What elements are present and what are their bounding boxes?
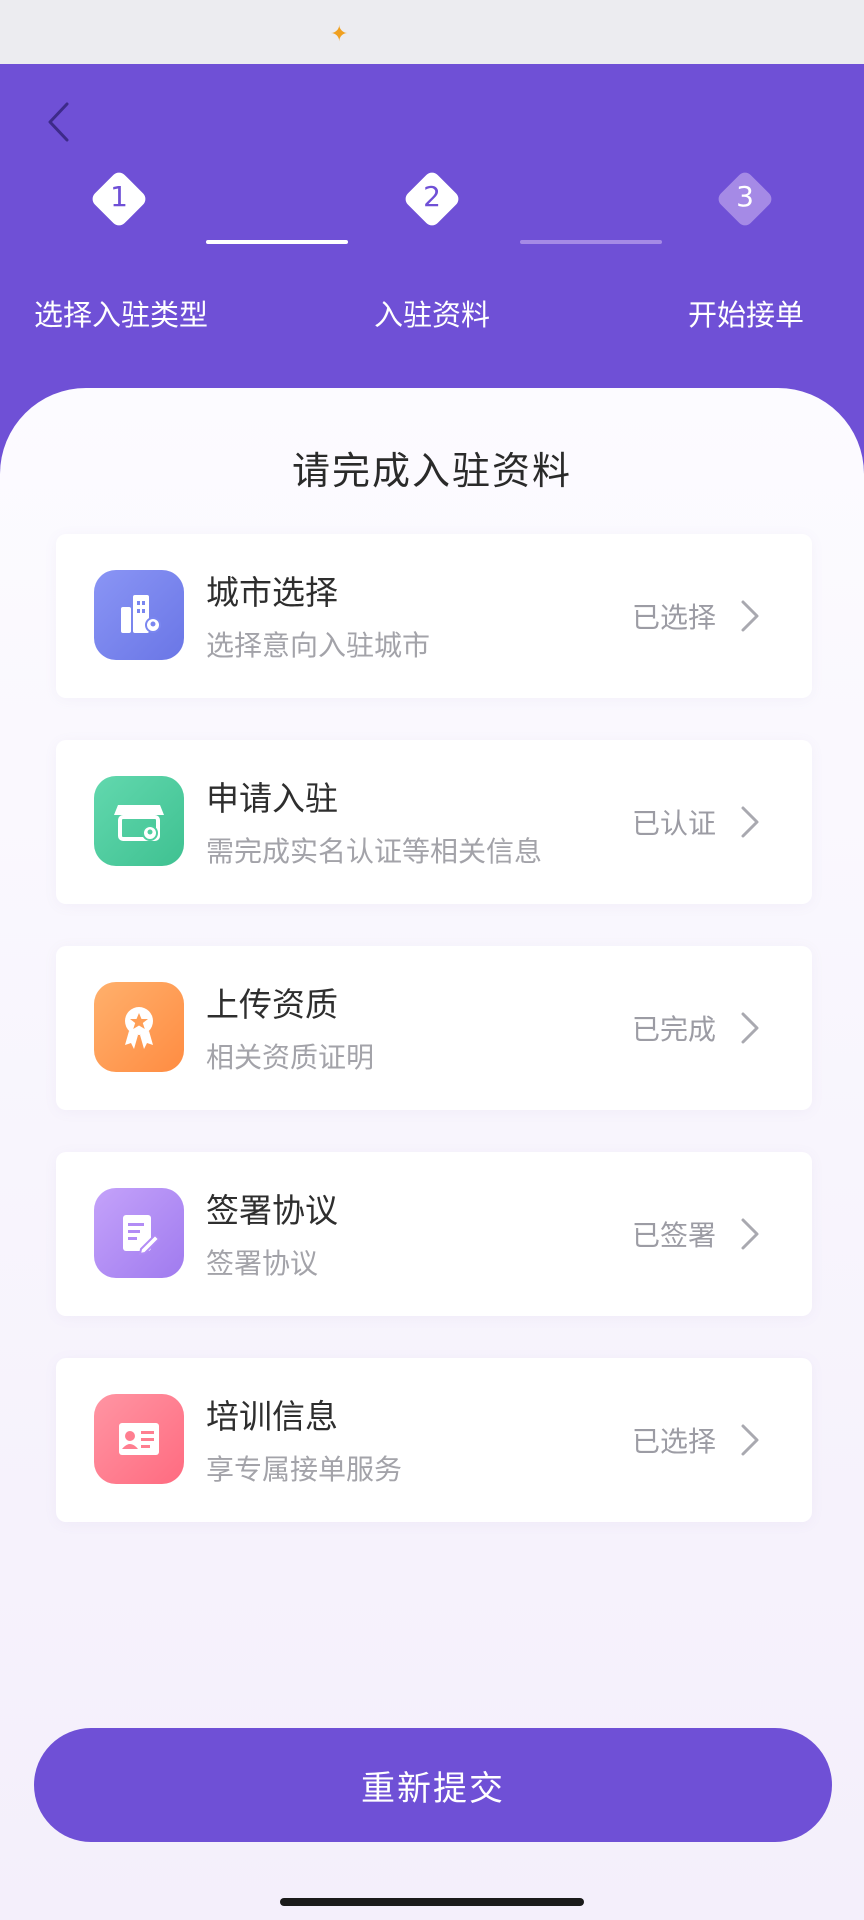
item-status: 已选择 [631, 1425, 716, 1458]
item-subtitle: 签署协议 [206, 1247, 319, 1280]
list-item-upload-qualification[interactable]: 上传资质 相关资质证明 已完成 [56, 946, 812, 1110]
step-2-label: 入驻资料 [374, 298, 491, 332]
list-item-city-select[interactable]: 城市选择 选择意向入驻城市 已选择 [56, 534, 812, 698]
award-badge-icon [94, 982, 184, 1072]
chevron-right-icon [741, 1012, 759, 1044]
document-sign-icon [94, 1188, 184, 1278]
list-item-training-info[interactable]: 培训信息 享专属接单服务 已选择 [56, 1358, 812, 1522]
city-building-icon [94, 570, 184, 660]
item-title: 申请入驻 [206, 779, 338, 818]
status-bar: ✦ [0, 0, 864, 64]
step-3-number: 3 [736, 180, 754, 213]
chevron-right-icon [741, 1424, 759, 1456]
item-status: 已完成 [631, 1013, 716, 1046]
item-subtitle: 相关资质证明 [206, 1041, 375, 1074]
step-connector-2 [520, 240, 662, 244]
item-title: 上传资质 [206, 985, 338, 1024]
item-status: 已签署 [631, 1219, 716, 1252]
item-title: 城市选择 [206, 573, 338, 612]
chevron-left-icon [48, 102, 69, 142]
storefront-icon [94, 776, 184, 866]
page-title: 请完成入驻资料 [291, 449, 572, 493]
id-card-icon [94, 1394, 184, 1484]
app-notification-icon: ✦ [330, 22, 349, 47]
list-item-sign-agreement[interactable]: 签署协议 签署协议 已签署 [56, 1152, 812, 1316]
chevron-right-icon [741, 806, 759, 838]
step-2-number: 2 [423, 180, 441, 213]
item-subtitle: 享专属接单服务 [206, 1453, 403, 1486]
item-subtitle: 选择意向入驻城市 [206, 629, 431, 662]
item-status: 已认证 [631, 807, 716, 840]
home-indicator[interactable] [280, 1898, 584, 1906]
item-title: 签署协议 [206, 1191, 338, 1230]
item-title: 培训信息 [206, 1397, 338, 1436]
chevron-right-icon [741, 600, 759, 632]
step-1-label: 选择入驻类型 [34, 298, 209, 332]
item-status: 已选择 [631, 601, 716, 634]
step-1-number: 1 [110, 180, 128, 213]
resubmit-button[interactable]: 重新提交 [34, 1728, 832, 1842]
back-button[interactable] [34, 90, 82, 154]
step-3-label: 开始接单 [688, 298, 805, 332]
step-connector-1 [206, 240, 348, 244]
item-subtitle: 需完成实名认证等相关信息 [206, 835, 543, 868]
list-item-apply-settle[interactable]: 申请入驻 需完成实名认证等相关信息 已认证 [56, 740, 812, 904]
chevron-right-icon [741, 1218, 759, 1250]
